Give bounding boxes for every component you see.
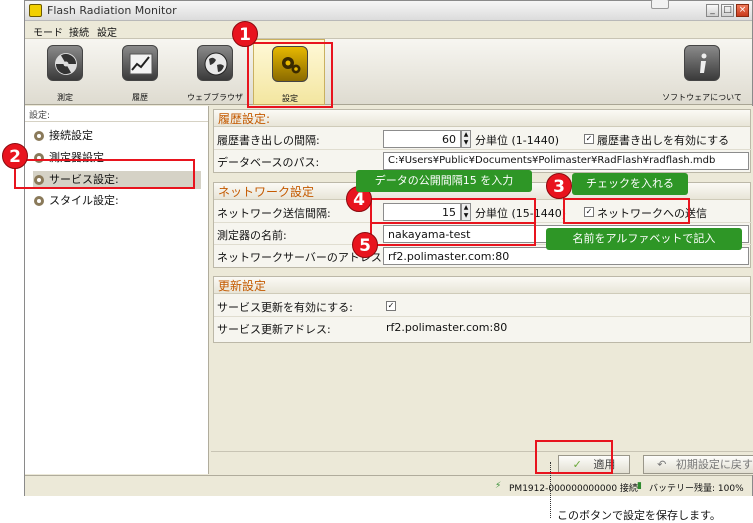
radiation-icon [47, 45, 83, 81]
gear-icon [33, 130, 45, 142]
update-address-row: サービス更新アドレス: rf2.polimaster.com:80 [214, 317, 752, 339]
sidebar-header: 設定: [25, 106, 208, 122]
app-icon [29, 4, 42, 17]
device-name-label: 測定器の名前: [217, 229, 287, 242]
toolbar-measure-button[interactable]: 測定 [29, 39, 101, 105]
battery-status: バッテリー残量: 100% [649, 484, 744, 494]
reset-label: 初期設定に戻す [675, 458, 753, 471]
menu-connection[interactable]: 接続 [69, 24, 89, 39]
tip-check: チェックを入れる [572, 173, 688, 195]
history-chart-icon [122, 45, 158, 81]
update-enable-label: サービス更新を有効にする: [217, 301, 353, 314]
minimize-button[interactable]: _ [706, 4, 719, 17]
db-path-label: データベースのパス: [217, 156, 320, 169]
sidebar-item-style[interactable]: スタイル設定: [33, 192, 201, 210]
highlight-apply-button [535, 440, 613, 474]
step-badge-1: 1 [232, 21, 258, 47]
tip-name: 名前をアルファベットで記入 [546, 228, 742, 250]
highlight-device-name [370, 222, 536, 246]
toolbar-about-label: ソフトウェアについて [662, 93, 742, 102]
db-path-input[interactable]: C:¥Users¥Public¥Documents¥Polimaster¥Rad… [383, 152, 749, 170]
gear-icon [33, 195, 45, 207]
menu-bar: モード 接続 設定 [25, 21, 752, 39]
update-address-value: rf2.polimaster.com:80 [386, 321, 508, 334]
highlight-network-checkbox [563, 198, 690, 224]
maximize-button[interactable]: □ [721, 4, 734, 17]
history-enable-label: 履歴書き出しを有効にする [597, 134, 730, 147]
history-enable-checkbox[interactable]: ✓ [584, 134, 594, 144]
step-badge-3: 3 [546, 173, 572, 199]
highlight-service-item [14, 159, 195, 189]
network-interval-label: ネットワーク送信間隔: [217, 207, 331, 220]
toolbar-history-label: 履歴 [132, 93, 148, 102]
close-button[interactable]: × [736, 4, 749, 17]
update-address-label: サービス更新アドレス: [217, 323, 331, 336]
reset-defaults-button[interactable]: ↶ 初期設定に戻す [643, 455, 753, 474]
title-bar: Flash Radiation Monitor _ □ × [25, 0, 752, 21]
history-interval-row: 履歴書き出しの間隔: 60 ▲ ▼ 分単位 (1-1440) ✓ 履歴書き出しを有… [214, 128, 752, 150]
window-title: Flash Radiation Monitor [47, 4, 177, 17]
menu-mode[interactable]: モード [33, 24, 63, 39]
update-enable-checkbox[interactable]: ✓ [386, 301, 396, 311]
globe-icon [197, 45, 233, 81]
toolbar-browser-label: ウェブブラウザ [187, 93, 243, 102]
settings-panel: 履歴設定: 履歴書き出しの間隔: 60 ▲ ▼ 分単位 (1-1440) ✓ 履歴… [211, 106, 753, 451]
button-bar: ✓ 適用 ↶ 初期設定に戻す [211, 451, 753, 475]
menu-settings[interactable]: 設定 [97, 24, 117, 39]
history-section: 履歴設定: 履歴書き出しの間隔: 60 ▲ ▼ 分単位 (1-1440) ✓ 履歴… [213, 109, 752, 173]
sidebar-item-connection[interactable]: 接続設定 [33, 127, 201, 145]
toolbar-history-button[interactable]: 履歴 [104, 39, 176, 105]
update-section: 更新設定 サービス更新を有効にする: ✓ サービス更新アドレス: rf2.pol… [213, 276, 752, 343]
toolbar: 測定 履歴 ウェブブラウザ 設定 ソフトウェアについて [25, 39, 752, 105]
status-bar: ⚡ PM1912-000000000000 接続 ▮ バッテリー残量: 100% [25, 475, 752, 496]
toolbar-browser-button[interactable]: ウェブブラウザ [179, 39, 251, 105]
step-badge-2: 2 [2, 143, 28, 169]
history-interval-label: 履歴書き出しの間隔: [217, 134, 320, 147]
save-note: このボタンで設定を保存します。 [557, 509, 721, 522]
info-icon [684, 45, 720, 81]
highlight-interval-input [370, 198, 536, 224]
lock-icon [651, 0, 669, 9]
update-enable-row: サービス更新を有効にする: ✓ [214, 295, 752, 317]
history-interval-input[interactable]: 60 [383, 130, 461, 148]
db-path-row: データベースのパス: C:¥Users¥Public¥Documents¥Pol… [214, 150, 752, 172]
undo-icon: ↶ [657, 458, 667, 471]
update-section-title: 更新設定 [214, 277, 750, 294]
highlight-settings-tool [247, 42, 333, 108]
step-badge-5: 5 [352, 232, 378, 258]
history-interval-unit: 分単位 (1-1440) [475, 134, 560, 147]
connection-icon: ⚡ [495, 481, 502, 491]
history-interval-spinner[interactable]: ▲ ▼ [461, 130, 471, 148]
device-status: PM1912-000000000000 接続 [509, 484, 638, 494]
pointer-line [550, 462, 551, 518]
toolbar-measure-label: 測定 [57, 93, 73, 102]
toolbar-about-button[interactable]: ソフトウェアについて [662, 39, 742, 105]
sidebar-item-label: 接続設定 [49, 129, 93, 142]
tip-interval: データの公開間隔15 を入力 [356, 170, 532, 192]
battery-icon: ▮ [637, 481, 642, 491]
sidebar-item-label: スタイル設定: [49, 194, 119, 207]
history-section-title: 履歴設定: [214, 110, 750, 127]
